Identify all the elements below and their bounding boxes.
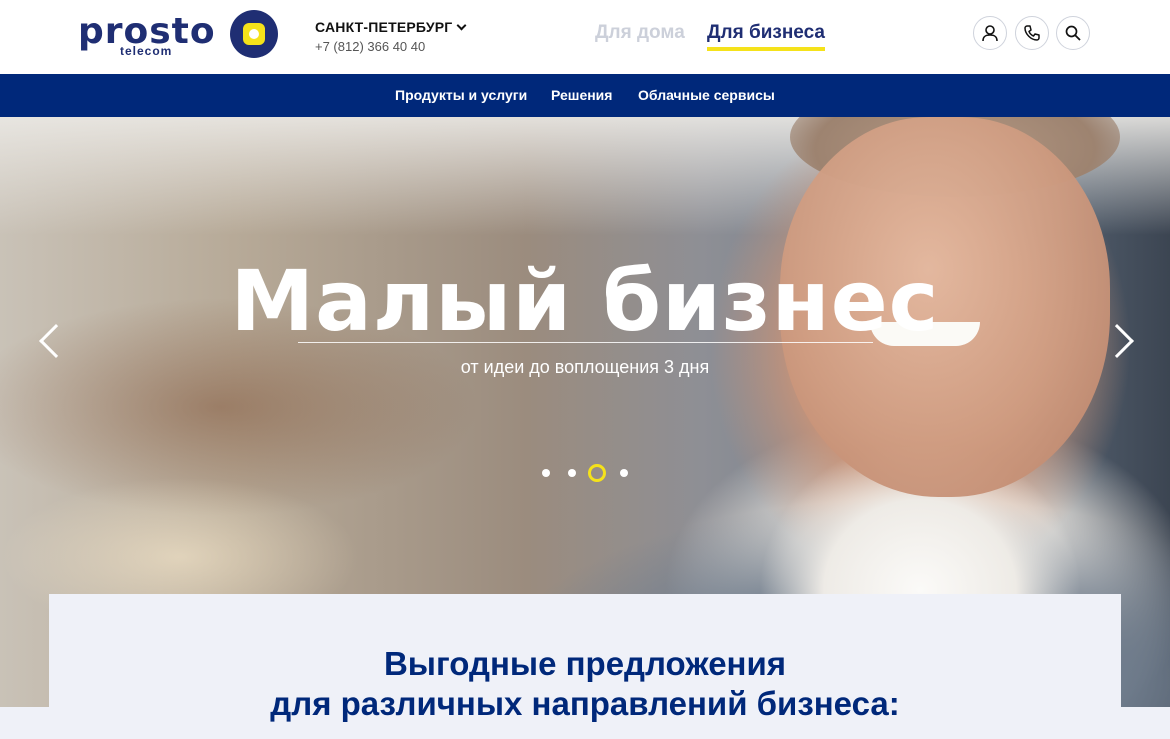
offers-section: Выгодные предложения для различных напра… [49,594,1121,739]
slider-dot-3-active[interactable] [588,464,606,482]
logo-subtext: telecom [120,44,173,58]
hero-subtitle: от идеи до воплощения 3 дня [460,357,710,377]
offers-heading-line2: для различных направлений бизнеса: [270,685,900,722]
hero-divider [298,342,873,343]
prosto-telecom-logo[interactable]: prosto telecom [78,10,278,60]
account-button[interactable] [973,16,1007,50]
nav-item-products[interactable]: Продукты и услуги [395,87,527,103]
city-selector[interactable]: САНКТ-ПЕТЕРБУРГ [315,19,467,35]
segment-home-link[interactable]: Для дома [595,22,685,44]
segment-business-link[interactable]: Для бизнеса [707,22,825,51]
offers-heading-line1: Выгодные предложения [383,645,787,682]
slider-pagination [540,463,640,483]
call-button[interactable] [1015,16,1049,50]
chevron-down-icon [456,20,467,31]
site-header: prosto telecom САНКТ-ПЕТЕРБУРГ +7 (812) … [0,0,1170,74]
nav-item-cloud[interactable]: Облачные сервисы [638,87,775,103]
search-button[interactable] [1056,16,1090,50]
hero-title: Малый бизнес [230,252,940,350]
slider-dot-1[interactable] [542,469,550,477]
offers-heading: Выгодные предложения для различных напра… [49,644,1121,724]
nav-item-solutions[interactable]: Решения [551,87,612,103]
header-phone[interactable]: +7 (812) 366 40 40 [315,39,425,54]
main-nav: Продукты и услуги Решения Облачные серви… [0,74,1170,117]
phone-icon [1024,25,1040,41]
user-icon [982,25,998,42]
slider-dot-2[interactable] [568,469,576,477]
search-icon [1065,25,1081,41]
slider-dot-4[interactable] [620,469,628,477]
logo-mark-icon [230,10,278,58]
city-name: САНКТ-ПЕТЕРБУРГ [315,19,453,35]
